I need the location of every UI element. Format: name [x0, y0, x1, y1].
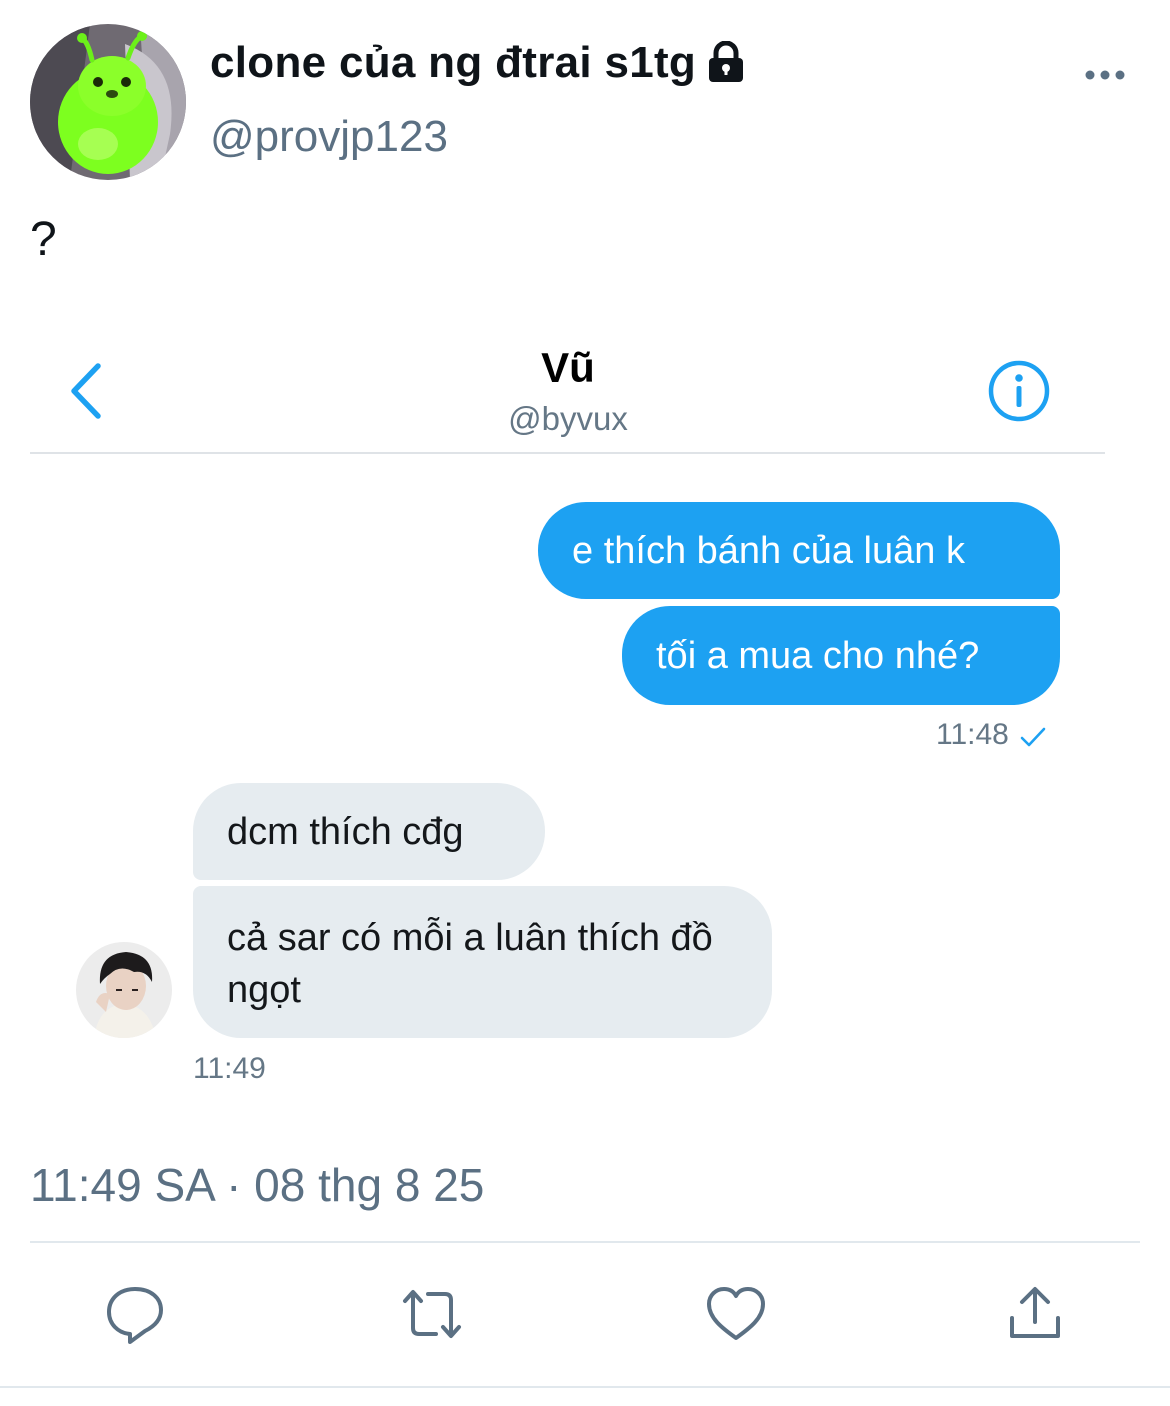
dm-header-divider	[30, 452, 1105, 454]
heart-icon[interactable]	[704, 1284, 768, 1344]
tweet-detail: clone của ng đtrai s1tg @provjp123 ? Vũ …	[0, 0, 1170, 1406]
sent-message-time: 11:48	[936, 718, 1047, 752]
share-icon[interactable]	[1003, 1284, 1067, 1344]
received-message-bubble: cả sar có mỗi a luân thích đồ ngọt	[193, 886, 772, 1038]
dm-contact-name: Vũ	[541, 344, 595, 391]
author-name-text: clone của ng đtrai s1tg	[210, 38, 697, 87]
sent-message-bubble: tối a mua cho nhé?	[622, 606, 1060, 705]
retweet-icon[interactable]	[400, 1284, 464, 1344]
tweet-text: ?	[30, 213, 57, 266]
footer-divider	[30, 1241, 1140, 1243]
more-horizontal-icon[interactable]	[1080, 62, 1130, 88]
author-handle[interactable]: @provjp123	[210, 112, 448, 162]
sent-message-text: e thích bánh của luân k	[572, 529, 965, 572]
sent-message-text: tối a mua cho nhé?	[656, 634, 980, 677]
received-message-time: 11:49	[193, 1052, 266, 1085]
received-message-bubble: dcm thích cđg	[193, 783, 545, 880]
dm-contact-avatar	[76, 942, 172, 1038]
check-icon	[1019, 723, 1047, 747]
received-message-text: cả sar có mỗi a luân thích đồ ngọt	[227, 917, 713, 1011]
author-avatar[interactable]	[30, 24, 186, 180]
info-icon[interactable]	[987, 359, 1051, 423]
sent-time-text: 11:48	[936, 718, 1009, 751]
tweet-timestamp[interactable]: 11:49 SA · 08 thg 8 25	[30, 1158, 484, 1212]
author-name[interactable]: clone của ng đtrai s1tg	[210, 38, 746, 88]
received-message-text: dcm thích cđg	[227, 810, 464, 853]
sent-message-bubble: e thích bánh của luân k	[538, 502, 1060, 599]
lock-icon	[706, 40, 746, 85]
reply-icon[interactable]	[103, 1284, 167, 1344]
bottom-divider	[0, 1386, 1170, 1388]
dm-contact-handle: @byvux	[508, 400, 628, 437]
